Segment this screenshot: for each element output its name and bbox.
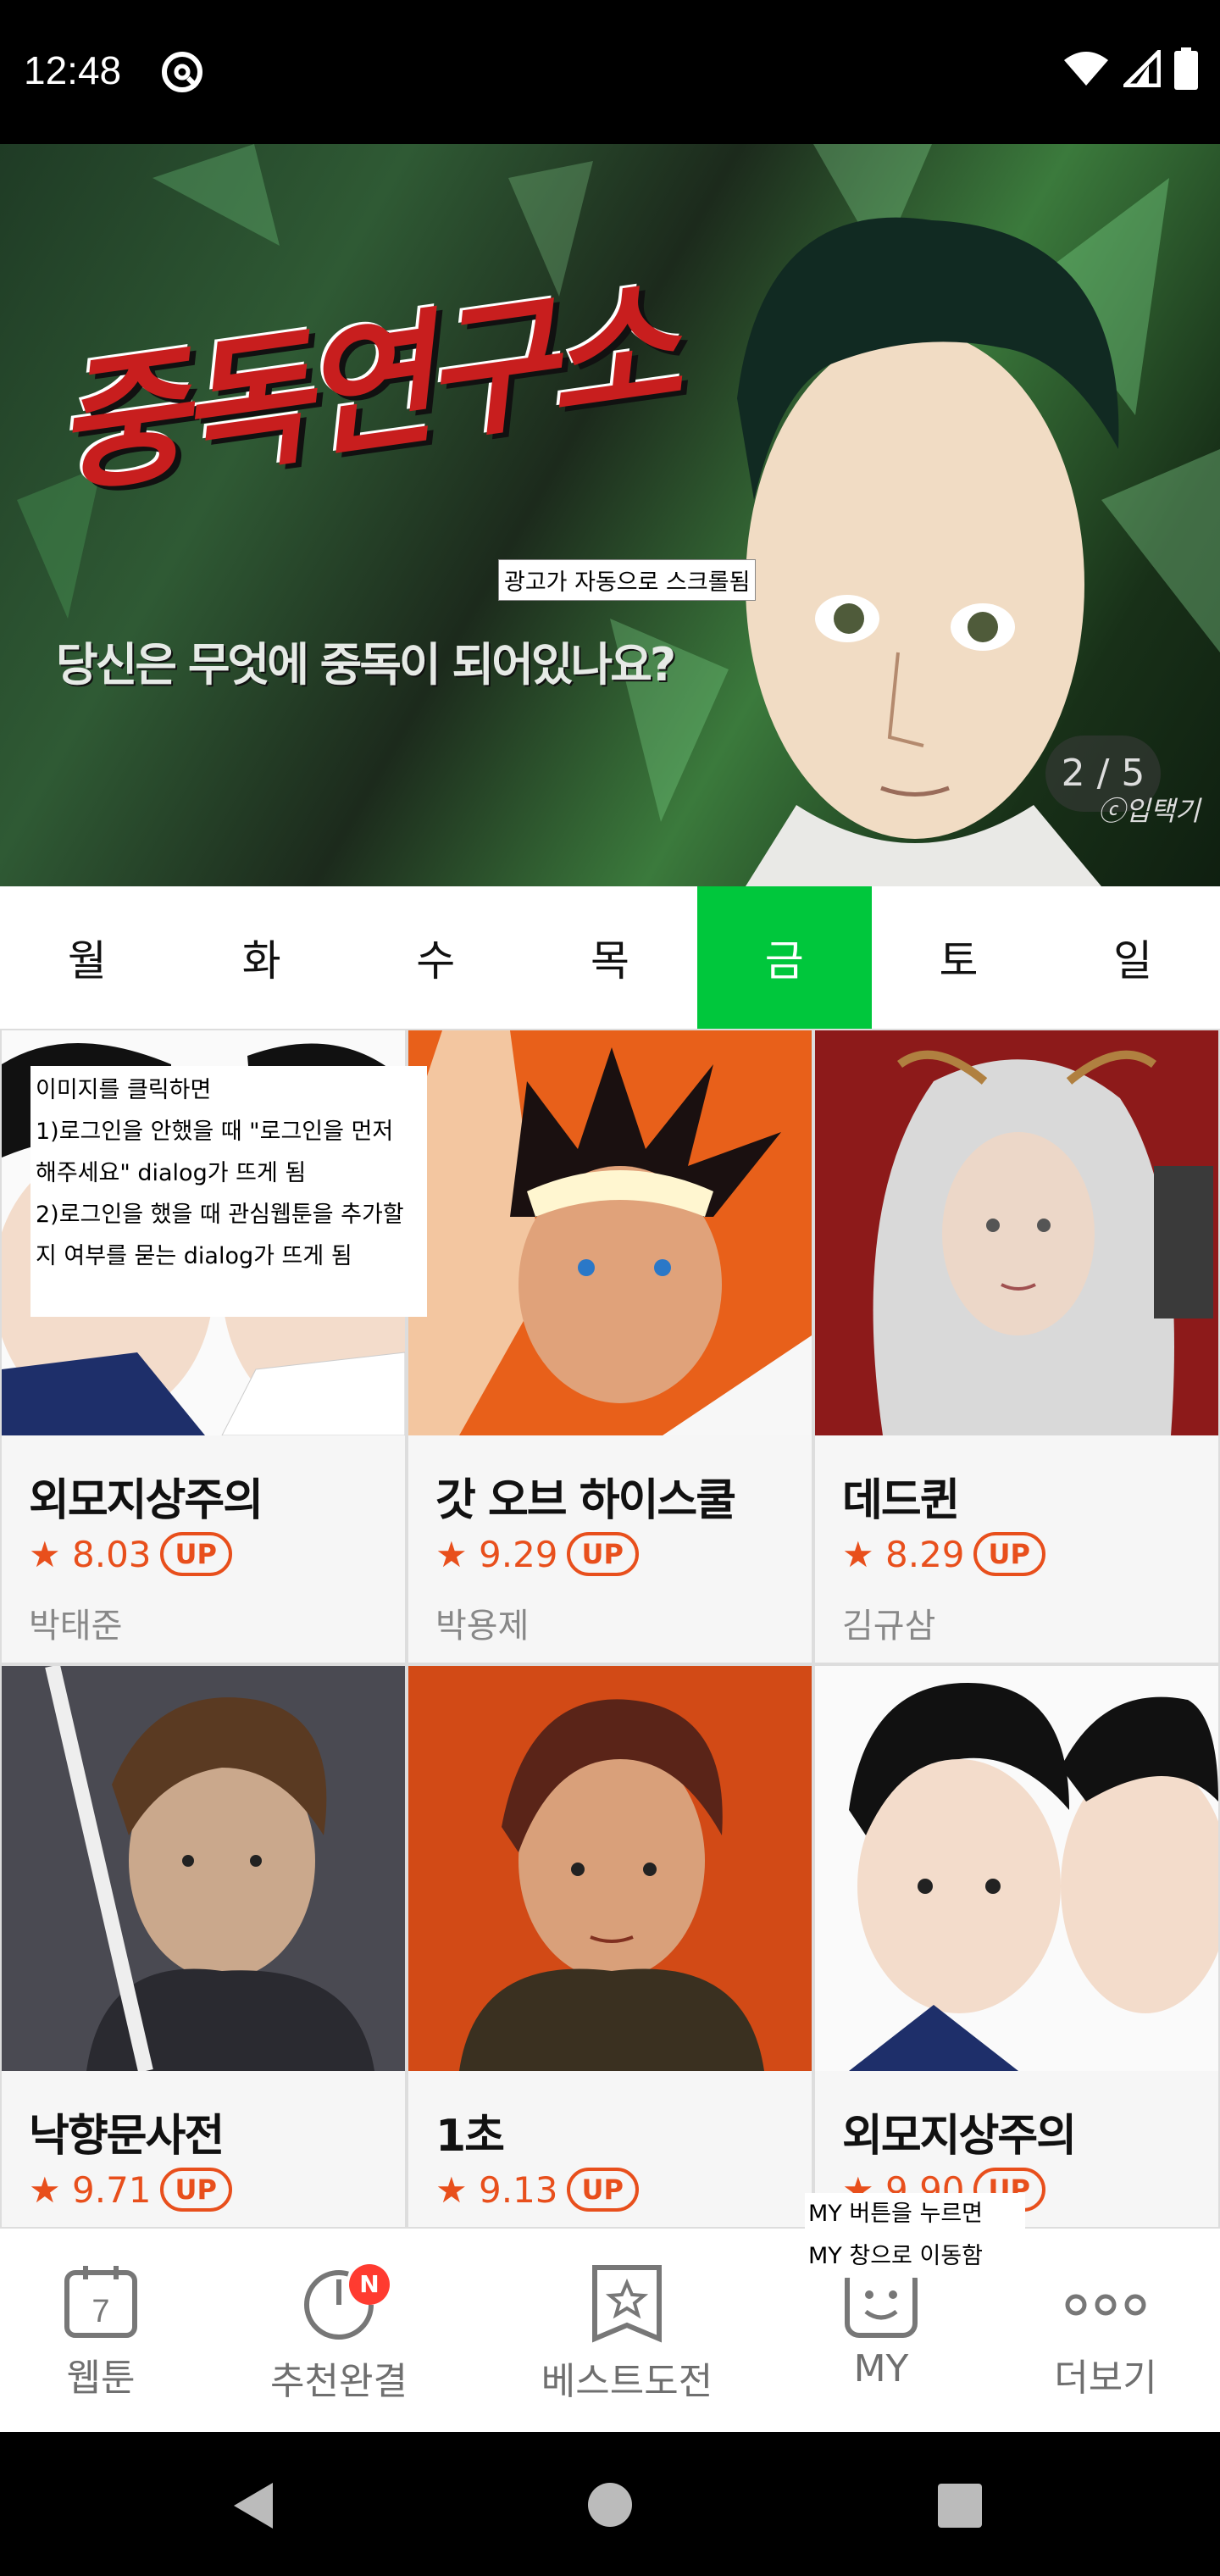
image-click-annotation: 이미지를 클릭하면 1)로그인을 안했을 때 "로그인을 먼저 해주세요" di… — [30, 1066, 427, 1317]
signal-icon — [1123, 50, 1161, 87]
webtoon-rating: ★ 8.29 UP — [842, 1532, 1045, 1576]
annotation-line: 2)로그인을 했을 때 관심웹툰을 추가할 — [36, 1202, 404, 1228]
webtoon-title: 1초 — [435, 2111, 505, 2162]
webtoon-author: 박용제 — [435, 1607, 530, 1646]
webtoon-title: 낙향문사전 — [29, 2111, 225, 2162]
battery-icon — [1174, 47, 1198, 90]
annotation-line: 지 여부를 묻는 dialog가 뜨게 됨 — [36, 1243, 352, 1269]
webtoon-title: 데드퀸 — [842, 1475, 961, 1526]
tab-saturday[interactable]: 토 — [872, 886, 1046, 1029]
webtoon-thumbnail[interactable] — [2, 1666, 405, 2071]
up-badge: UP — [973, 1532, 1045, 1576]
webtoon-rating: ★ 9.29 UP — [435, 1532, 639, 1576]
thumbnail-artwork — [408, 1666, 812, 2071]
thumbnail-artwork — [408, 1030, 812, 1435]
tab-tuesday[interactable]: 화 — [175, 886, 349, 1029]
nav-best-label: 베스트도전 — [541, 2360, 713, 2403]
webtoon-author: 박태준 — [29, 1607, 123, 1646]
annotation-line: 해주세요" dialog가 뜨게 됨 — [36, 1160, 307, 1186]
nav-best-challenge[interactable]: 베스트도전 — [525, 2262, 729, 2405]
calendar-day-number: 7 — [92, 2294, 109, 2329]
tab-friday[interactable]: 금 — [696, 886, 872, 1029]
nav-more[interactable]: 더보기 — [1042, 2262, 1169, 2401]
nav-my-label: MY — [853, 2347, 909, 2390]
rating-value: ★ 8.03 — [29, 1533, 152, 1575]
webtoon-grid: 외모지상주의 ★ 8.03 UP 박태준 갓 오브 하이스쿨 ★ 9.29 UP… — [0, 1029, 1220, 2227]
ad-banner[interactable]: 중독연구소 당신은 무엇에 중독이 되어있나요? 광고가 자동으로 스크롤됨 — [0, 144, 1220, 886]
webtoon-title: 외모지상주의 — [842, 2111, 1077, 2162]
webtoon-card[interactable]: 외모지상주의 ★ 9.90 UP — [813, 1664, 1220, 2227]
webtoon-thumbnail[interactable] — [815, 1666, 1218, 2071]
annotation-line: 이미지를 클릭하면 — [36, 1077, 212, 1103]
rating-value: ★ 8.29 — [842, 1533, 965, 1575]
rating-value: ★ 9.13 — [435, 2168, 558, 2211]
bookmark-star-icon — [592, 2265, 662, 2343]
nav-webtoon[interactable]: 7 웹툰 — [54, 2262, 147, 2401]
up-badge: UP — [566, 2168, 639, 2212]
nav-recommend-label: 추천완결 — [270, 2360, 408, 2403]
webtoon-card[interactable]: 낙향문사전 ★ 9.71 UP — [0, 1664, 407, 2227]
banner-credit: ⓒ입택기 — [1098, 795, 1201, 827]
thumbnail-artwork — [815, 1030, 1218, 1435]
back-icon[interactable] — [232, 2481, 274, 2530]
nav-webtoon-label: 웹툰 — [66, 2357, 136, 2400]
nav-more-label: 더보기 — [1054, 2357, 1157, 2400]
webtoon-rating: ★ 9.13 UP — [435, 2168, 639, 2212]
up-badge: UP — [159, 2168, 232, 2212]
nav-recommend[interactable]: 추천완결 — [254, 2262, 424, 2405]
webtoon-thumbnail[interactable] — [408, 1030, 812, 1435]
nav-my[interactable]: MY — [839, 2262, 923, 2390]
tab-thursday[interactable]: 목 — [523, 886, 697, 1029]
at-sign-icon — [162, 52, 202, 92]
new-badge: N — [349, 2264, 390, 2305]
webtoon-author: 김규삼 — [842, 1607, 936, 1646]
bottom-navigation: 7 웹툰 추천완결 베스트도전 MY 더보기 — [0, 2227, 1220, 2432]
annotation-line: 1)로그인을 안했을 때 "로그인을 먼저 — [36, 1119, 394, 1145]
calendar-icon: 7 — [64, 2266, 137, 2338]
webtoon-rating: ★ 8.03 UP — [29, 1532, 232, 1576]
tab-wednesday[interactable]: 수 — [348, 886, 523, 1029]
thumbnail-artwork — [815, 1666, 1218, 2071]
thumbnail-artwork — [2, 1666, 405, 2071]
system-navigation-bar — [0, 2432, 1220, 2576]
webtoon-rating: ★ 9.71 UP — [29, 2168, 232, 2212]
rating-value: ★ 9.71 — [29, 2168, 152, 2211]
annotation-line: MY 버튼을 누르면 — [808, 2201, 983, 2227]
tab-sunday[interactable]: 일 — [1045, 886, 1220, 1029]
banner-annotation: 광고가 자동으로 스크롤됨 — [498, 559, 757, 601]
up-badge: UP — [566, 1532, 639, 1576]
my-button-annotation: MY 버튼을 누르면 MY 창으로 이동함 — [805, 2193, 1025, 2278]
rating-value: ★ 9.29 — [435, 1533, 558, 1575]
status-bar: 12:48 — [0, 0, 1220, 144]
banner-subtitle: 당신은 무엇에 중독이 되어있나요? — [56, 638, 676, 691]
webtoon-thumbnail[interactable] — [408, 1666, 812, 2071]
home-icon[interactable] — [586, 2481, 634, 2529]
weekday-tabs: 월 화 수 목 금 토 일 — [0, 886, 1220, 1029]
webtoon-card[interactable]: 갓 오브 하이스쿨 ★ 9.29 UP 박용제 — [407, 1029, 813, 1664]
up-badge: UP — [159, 1532, 232, 1576]
tab-monday[interactable]: 월 — [0, 886, 175, 1029]
more-dots-icon — [1065, 2294, 1146, 2316]
status-time: 12:48 — [24, 48, 122, 92]
annotation-line: MY 창으로 이동함 — [808, 2243, 983, 2269]
recents-icon[interactable] — [937, 2483, 983, 2529]
wifi-icon — [1064, 52, 1108, 86]
webtoon-title: 갓 오브 하이스쿨 — [435, 1475, 736, 1526]
webtoon-card[interactable]: 데드퀸 ★ 8.29 UP 김규삼 — [813, 1029, 1220, 1664]
webtoon-title: 외모지상주의 — [29, 1475, 263, 1526]
webtoon-thumbnail[interactable] — [815, 1030, 1218, 1435]
webtoon-card[interactable]: 1초 ★ 9.13 UP — [407, 1664, 813, 2227]
